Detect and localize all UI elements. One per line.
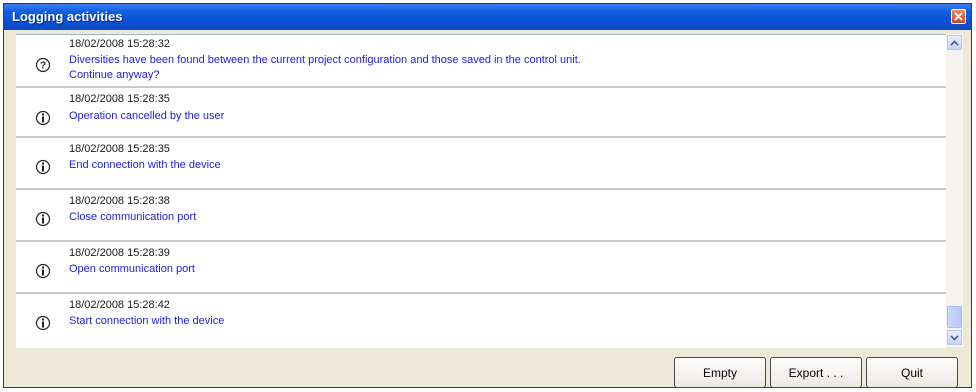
log-timestamp: 18/02/2008 15:28:32 <box>69 38 170 50</box>
title-bar[interactable]: Logging activities <box>4 4 971 30</box>
log-entry[interactable]: 18/02/2008 15:28:39 Open communication p… <box>16 242 946 294</box>
log-message: Start connection with the device <box>69 315 225 327</box>
svg-text:?: ? <box>40 61 46 72</box>
window-title: Logging activities <box>12 9 123 24</box>
close-button[interactable] <box>951 9 966 24</box>
scroll-thumb[interactable] <box>947 306 962 328</box>
scroll-up-button[interactable] <box>947 35 962 50</box>
scroll-down-button[interactable] <box>947 330 962 345</box>
log-message: Operation cancelled by the user <box>69 110 225 122</box>
export-button[interactable]: Export . . . <box>770 357 862 388</box>
vertical-scrollbar[interactable] <box>946 34 963 347</box>
quit-button[interactable]: Quit <box>866 357 958 388</box>
info-icon <box>35 159 51 175</box>
info-icon <box>35 315 51 331</box>
question-icon: ? <box>35 57 51 73</box>
info-icon <box>35 263 51 279</box>
log-message: Close communication port <box>69 211 197 223</box>
log-timestamp: 18/02/2008 15:28:39 <box>69 247 170 259</box>
log-message: Open communication port <box>69 263 195 275</box>
close-icon <box>954 12 963 21</box>
log-list[interactable]: ? 18/02/2008 15:28:32 Diversities have b… <box>16 34 946 348</box>
log-entry[interactable]: 18/02/2008 15:28:35 Operation cancelled … <box>16 88 946 138</box>
empty-button[interactable]: Empty <box>674 357 766 388</box>
log-entry[interactable]: ? 18/02/2008 15:28:32 Diversities have b… <box>16 35 946 88</box>
chevron-down-icon <box>950 334 959 341</box>
log-timestamp: 18/02/2008 15:28:38 <box>69 195 170 207</box>
log-entry[interactable]: 18/02/2008 15:28:38 Close communication … <box>16 190 946 242</box>
logging-activities-window: Logging activities ? 18/02/2008 15:28:32… <box>3 3 972 388</box>
log-message: End connection with the device <box>69 159 221 171</box>
info-icon <box>35 211 51 227</box>
log-message: Diversities have been found between the … <box>69 54 581 66</box>
log-message-continued: Continue anyway? <box>69 69 160 81</box>
log-timestamp: 18/02/2008 15:28:42 <box>69 299 170 311</box>
log-timestamp: 18/02/2008 15:28:35 <box>69 93 170 105</box>
chevron-up-icon <box>950 39 959 46</box>
log-timestamp: 18/02/2008 15:28:35 <box>69 143 170 155</box>
log-entry[interactable]: 18/02/2008 15:28:42 Start connection wit… <box>16 294 946 348</box>
info-icon <box>35 110 51 126</box>
log-entry[interactable]: 18/02/2008 15:28:35 End connection with … <box>16 138 946 190</box>
